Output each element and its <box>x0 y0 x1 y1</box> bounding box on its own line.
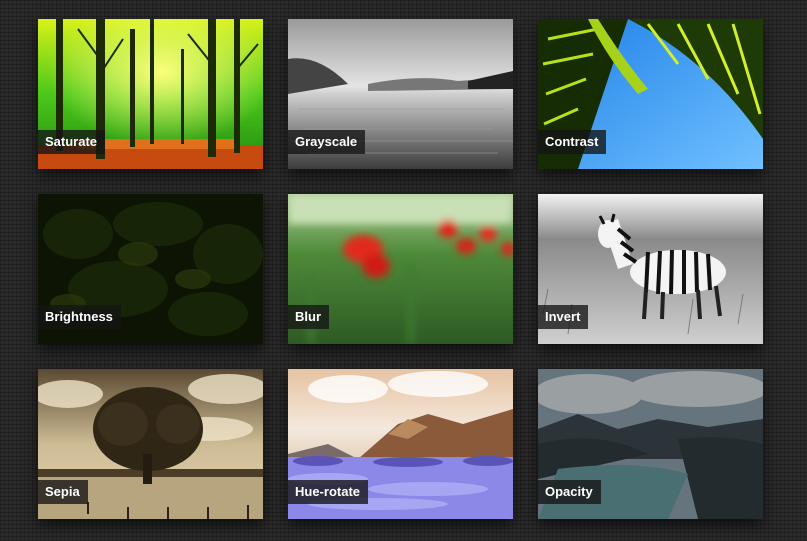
filter-label: Blur <box>288 305 329 329</box>
filter-label: Invert <box>538 305 589 329</box>
filter-label: Grayscale <box>288 130 366 154</box>
filter-label: Sepia <box>38 480 88 504</box>
tile-hue-rotate[interactable]: Hue-rotate <box>288 369 513 519</box>
tile-invert[interactable]: Invert <box>538 194 763 344</box>
tile-grayscale[interactable]: Grayscale <box>288 19 513 169</box>
tile-blur[interactable]: Blur <box>288 194 513 344</box>
tile-sepia[interactable]: Sepia <box>38 369 263 519</box>
filter-label: Contrast <box>538 130 607 154</box>
filter-label: Hue-rotate <box>288 480 369 504</box>
filter-label: Brightness <box>38 305 121 329</box>
tile-brightness[interactable]: Brightness <box>38 194 263 344</box>
tile-contrast[interactable]: Contrast <box>538 19 763 169</box>
tile-saturate[interactable]: Saturate <box>38 19 263 169</box>
tile-opacity[interactable]: Opacity <box>538 369 763 519</box>
filter-label: Opacity <box>538 480 601 504</box>
filter-label: Saturate <box>38 130 106 154</box>
